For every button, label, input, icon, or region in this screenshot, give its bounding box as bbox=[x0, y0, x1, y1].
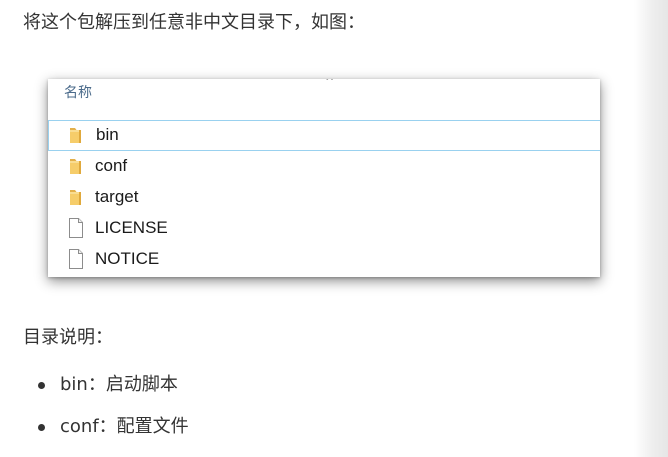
list-item-text: conf：配置文件 bbox=[60, 416, 189, 437]
file-icon bbox=[69, 249, 83, 269]
file-list: bin conf target LICENSE NOTICE bbox=[48, 120, 600, 275]
file-name: target bbox=[95, 187, 139, 206]
file-name: LICENSE bbox=[95, 218, 168, 237]
bullet-icon bbox=[38, 424, 45, 431]
name-column-header: 名称 bbox=[64, 85, 92, 101]
list-item: conf：配置文件 bbox=[36, 414, 189, 456]
bullet-icon bbox=[38, 382, 45, 389]
file-row-notice: NOTICE bbox=[48, 244, 600, 275]
folder-icon bbox=[70, 128, 81, 143]
page-edge-shadow bbox=[634, 0, 668, 457]
file-row-bin: bin bbox=[48, 120, 600, 151]
list-item-text: bin：启动脚本 bbox=[60, 374, 178, 395]
file-name: bin bbox=[96, 125, 119, 144]
file-row-conf: conf bbox=[48, 151, 600, 182]
folder-icon bbox=[70, 190, 81, 205]
intro-paragraph: 将这个包解压到任意非中文目录下，如图： bbox=[23, 12, 365, 33]
file-row-license: LICENSE bbox=[48, 213, 600, 244]
file-name: NOTICE bbox=[95, 249, 160, 268]
file-explorer-screenshot: ^ 名称 bin conf target LICENSE NOTICE bbox=[48, 79, 600, 277]
file-icon bbox=[69, 218, 83, 238]
directory-heading: 目录说明： bbox=[23, 327, 113, 348]
file-row-target: target bbox=[48, 182, 600, 213]
file-name: conf bbox=[95, 156, 128, 175]
folder-icon bbox=[70, 159, 81, 174]
sort-indicator-icon: ^ bbox=[325, 79, 335, 88]
directory-list: bin：启动脚本 conf：配置文件 bbox=[36, 372, 189, 456]
list-item: bin：启动脚本 bbox=[36, 372, 189, 414]
